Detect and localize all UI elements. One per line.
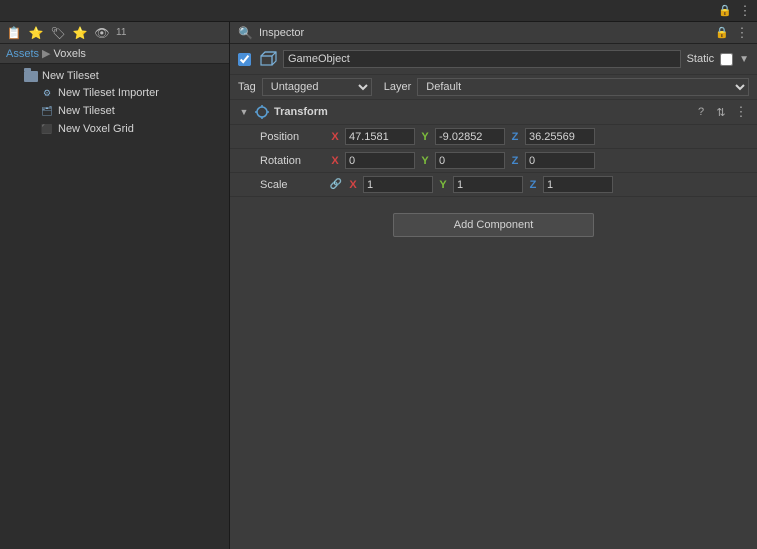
scale-link-icon[interactable]: 🔗 — [329, 179, 343, 190]
static-checkbox[interactable] — [720, 53, 733, 66]
app-container: 🔒 ⋮ 📋 ⭐ 🏷 ⭐ 👁 11 Assets ▶ Voxels — [0, 0, 757, 549]
inspector-panel: 🔍 Inspector 🔒 ⋮ — [230, 22, 757, 549]
breadcrumb-separator: ▶ — [42, 47, 50, 60]
scale-row: Scale 🔗 X Y Z — [230, 173, 757, 197]
toolbar-btn-3[interactable]: 🏷 — [48, 24, 68, 42]
position-row: Position X Y Z — [230, 125, 757, 149]
left-panel: 📋 ⭐ 🏷 ⭐ 👁 11 Assets ▶ Voxels — [0, 22, 230, 549]
toolbar-btn-2[interactable]: ⭐ — [26, 24, 46, 42]
list-item[interactable]: ⬛ New Voxel Grid — [0, 120, 229, 138]
tag-label: Tag — [238, 81, 256, 93]
inspector-tab: 🔍 Inspector 🔒 ⋮ — [230, 22, 757, 44]
item-count: 11 — [116, 27, 126, 38]
rotation-z-label: Z — [509, 155, 521, 167]
toolbar-btn-4[interactable]: ⭐ — [70, 24, 90, 42]
script-icon: ⚙ — [40, 86, 54, 100]
transform-sort-icon[interactable]: ⇅ — [713, 104, 729, 120]
file-tree: New Tileset ⚙ New Tileset Importer 🗂 New… — [0, 64, 229, 549]
main-area: 📋 ⭐ 🏷 ⭐ 👁 11 Assets ▶ Voxels — [0, 22, 757, 549]
menu-icon[interactable]: ⋮ — [737, 3, 753, 19]
inspector-menu-icon[interactable]: ⋮ — [735, 26, 749, 40]
static-dropdown-arrow[interactable]: ▼ — [739, 54, 749, 65]
cube-icon — [257, 49, 277, 69]
z-axis-label: Z — [509, 131, 521, 143]
rotation-x-input[interactable] — [345, 152, 415, 169]
gameobject-name-input[interactable] — [283, 50, 681, 68]
list-item[interactable]: ⚙ New Tileset Importer — [0, 84, 229, 102]
y-axis-label: Y — [419, 131, 431, 143]
add-component-button[interactable]: Add Component — [393, 213, 595, 237]
scale-label: Scale — [260, 179, 325, 191]
x-axis-label: X — [329, 131, 341, 143]
left-toolbar: 📋 ⭐ 🏷 ⭐ 👁 11 — [0, 22, 229, 44]
scale-x-input[interactable] — [363, 176, 433, 193]
transform-help-icon[interactable]: ? — [693, 104, 709, 120]
rotation-label: Rotation — [260, 155, 325, 167]
layer-dropdown[interactable]: Default — [417, 78, 749, 96]
rotation-z-input[interactable] — [525, 152, 595, 169]
list-item[interactable]: New Tileset — [0, 68, 229, 84]
scale-y-label: Y — [437, 179, 449, 191]
breadcrumb-assets[interactable]: Assets — [6, 48, 39, 60]
voxelgrid-icon: ⬛ — [40, 122, 54, 136]
transform-header: ▼ Transform ? ⇅ ⋮ — [230, 100, 757, 125]
top-toolbar: 🔒 ⋮ — [0, 0, 757, 22]
position-y-input[interactable] — [435, 128, 505, 145]
rotation-x-label: X — [329, 155, 341, 167]
inspector-lock-icon[interactable]: 🔒 — [715, 26, 729, 40]
rotation-row: Rotation X Y Z — [230, 149, 757, 173]
static-label: Static — [687, 53, 715, 65]
scale-y-input[interactable] — [453, 176, 523, 193]
scale-z-label: Z — [527, 179, 539, 191]
transform-title: Transform — [274, 106, 689, 118]
tag-layer-row: Tag Untagged Layer Default — [230, 75, 757, 100]
transform-component-icon — [254, 104, 270, 120]
position-z-input[interactable] — [525, 128, 595, 145]
tileset-icon: 🗂 — [40, 104, 54, 118]
breadcrumb: Assets ▶ Voxels — [0, 44, 229, 64]
toolbar-btn-1[interactable]: 📋 — [4, 24, 24, 42]
inspector-tab-icon: 🔍 — [238, 26, 253, 40]
folder-icon — [24, 71, 38, 82]
tag-dropdown[interactable]: Untagged — [262, 78, 372, 96]
list-item[interactable]: 🗂 New Tileset — [0, 102, 229, 120]
gameobject-checkbox[interactable] — [238, 53, 251, 66]
collapse-arrow[interactable]: ▼ — [238, 106, 250, 118]
position-x-input[interactable] — [345, 128, 415, 145]
transform-menu-icon[interactable]: ⋮ — [733, 104, 749, 120]
add-component-area: Add Component — [230, 197, 757, 253]
gameobject-row: Static ▼ — [230, 44, 757, 75]
toolbar-btn-5[interactable]: 👁 — [92, 24, 112, 42]
scale-x-label: X — [347, 179, 359, 191]
position-label: Position — [260, 131, 325, 143]
scale-z-input[interactable] — [543, 176, 613, 193]
inspector-tab-title[interactable]: Inspector — [259, 27, 304, 39]
inspector-content: Static ▼ Tag Untagged Layer Default — [230, 44, 757, 549]
breadcrumb-current: Voxels — [53, 48, 85, 60]
rotation-y-input[interactable] — [435, 152, 505, 169]
rotation-y-label: Y — [419, 155, 431, 167]
lock-icon[interactable]: 🔒 — [717, 3, 733, 19]
layer-label: Layer — [384, 81, 412, 93]
